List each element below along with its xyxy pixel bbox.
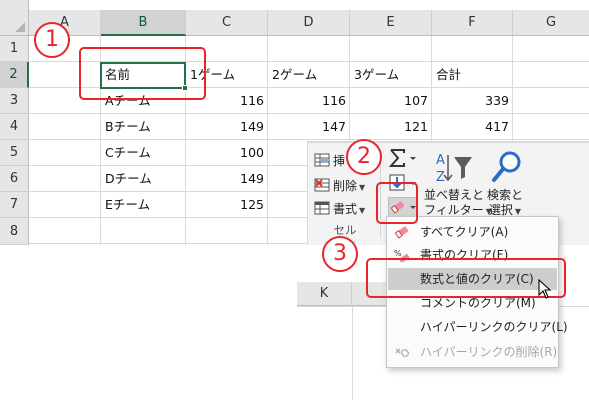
cell-d4[interactable]: 147 [268,114,350,140]
format-cells-label: 書式 [333,202,358,216]
sigma-icon [388,149,416,167]
cell-b4[interactable]: Bチーム [101,114,185,140]
search-icon [492,151,521,182]
insert-cells-button[interactable]: 挿 [314,151,345,171]
menu-item-clear-hyperlinks[interactable]: ハイパーリンクのクリア(L) [388,316,568,338]
row-header-3[interactable]: 3 [0,88,29,114]
find-select-button[interactable] [488,149,528,189]
row-header-1[interactable]: 1 [0,36,29,62]
cell-e3[interactable]: 107 [350,88,432,114]
chevron-down-icon: ▼ [359,183,366,192]
column-header-k[interactable]: K [297,282,352,306]
annotation-box-step3 [366,258,566,298]
gridline [352,306,353,400]
row-header-2[interactable]: 2 [0,62,29,88]
cell-b7[interactable]: Eチーム [101,192,185,218]
insert-cells-icon [314,153,330,167]
svg-text:A: A [436,153,445,168]
menu-item-label: すべてクリア(A) [420,225,509,239]
cell-b6[interactable]: Dチーム [101,166,185,192]
find-select-label-line1: 検索と [486,188,523,202]
mouse-pointer-icon [538,279,552,299]
cell-e2[interactable]: 3ゲーム [350,62,432,88]
row-header-7[interactable]: 7 [0,192,29,218]
column-header-d[interactable]: D [268,10,350,36]
annotation-step2-badge: 2 [346,139,382,175]
format-cells-button[interactable]: 書式 ▼ [314,199,365,219]
row-header-6[interactable]: 6 [0,166,29,192]
cell-b5[interactable]: Cチーム [101,140,185,166]
column-header-c[interactable]: C [186,10,268,36]
row-header-8[interactable]: 8 [0,218,29,245]
menu-item-remove-hyperlinks: ハイパーリンクの削除(R) [388,341,557,363]
delete-cells-icon [314,178,330,192]
cell-f4[interactable]: 417 [432,114,513,140]
sort-filter-label-line2: フィルター [424,203,484,217]
cell-f2[interactable]: 合計 [432,62,513,88]
delete-cells-label: 削除 [333,179,358,193]
menu-item-label: コメントのクリア(M) [420,296,536,310]
menu-item-label: ハイパーリンクの削除(R) [420,345,558,359]
annotation-box-step1 [79,47,206,100]
annotation-step1-badge: 1 [34,22,70,58]
insert-cells-label: 挿 [333,154,346,168]
sort-filter-button[interactable]: AZ [428,149,478,189]
column-header-e[interactable]: E [350,10,432,36]
menu-item-label: ハイパーリンクのクリア(L) [420,320,568,334]
menu-item-clear-all[interactable]: すべてクリア(A) [388,221,557,243]
autosum-button[interactable] [388,148,418,168]
select-all-triangle [15,22,25,32]
sort-filter-label: 並べ替えと フィルター ▼ [424,188,492,219]
cell-e4[interactable]: 121 [350,114,432,140]
row-header-4[interactable]: 4 [0,114,29,140]
cell-d3[interactable]: 116 [268,88,350,114]
sort-filter-icon: AZ [436,153,472,185]
cell-c6[interactable]: 149 [186,166,268,192]
column-header-b[interactable]: B [101,10,186,36]
eraser-icon [394,226,409,239]
cell-c7[interactable]: 125 [186,192,268,218]
sort-filter-label-line1: 並べ替えと [424,188,485,202]
annotation-box-step2 [376,182,418,224]
find-select-label: 検索と 選択 ▼ [480,188,530,219]
column-header-f[interactable]: F [432,10,513,36]
chevron-down-icon: ▼ [359,206,366,215]
cell-c5[interactable]: 100 [186,140,268,166]
remove-link-icon [395,348,409,357]
column-header-g[interactable]: G [513,10,589,36]
find-select-label-line2: 選択 [488,203,513,217]
cells-group-label: セル [333,223,357,237]
cell-c4[interactable]: 149 [186,114,268,140]
svg-text:%: % [394,249,402,258]
svg-text:Z: Z [436,170,445,185]
select-all-corner[interactable] [0,0,29,36]
chevron-down-icon: ▼ [514,207,522,216]
row-header-5[interactable]: 5 [0,140,29,166]
cell-f3[interactable]: 339 [432,88,513,114]
delete-cells-button[interactable]: 削除 ▼ [314,176,365,196]
annotation-step3-badge: 3 [322,236,358,272]
cell-d2[interactable]: 2ゲーム [268,62,350,88]
format-cells-icon [314,201,330,215]
